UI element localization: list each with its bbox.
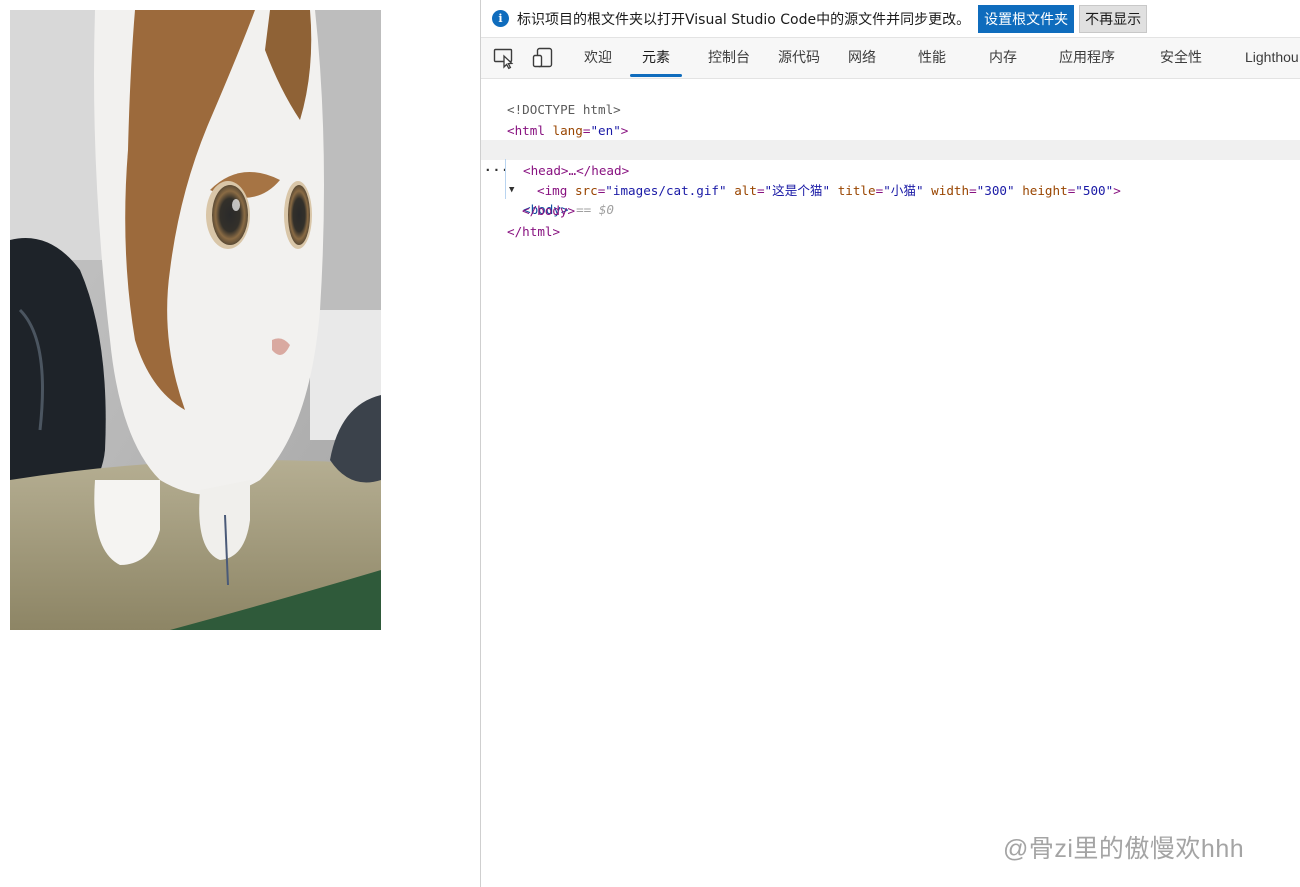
dom-html-open-line[interactable]: <html lang="en"> xyxy=(481,101,1300,138)
tab-application[interactable]: 应用程序 xyxy=(1059,38,1115,78)
tab-console[interactable]: 控制台 xyxy=(708,38,750,78)
dom-img-line[interactable]: <img src="images/cat.gif" alt="这是个猫" tit… xyxy=(481,161,1300,198)
indent-guide xyxy=(505,159,506,199)
cat-image xyxy=(10,10,381,630)
devtools-toolbar: 欢迎 元素 控制台 源代码 网络 性能 内存 应用程序 安全性 Lighthou xyxy=(481,37,1300,79)
watermark: @骨zi里的傲慢欢hhh xyxy=(1003,835,1245,863)
tab-performance[interactable]: 性能 xyxy=(918,38,946,78)
dom-doctype-line[interactable]: <!DOCTYPE html> xyxy=(481,80,1300,117)
tab-sources[interactable]: 源代码 xyxy=(778,38,820,78)
infobar: i 标识项目的根文件夹以打开Visual Studio Code中的源文件并同步… xyxy=(481,0,1300,37)
tab-lighthouse[interactable]: Lighthou xyxy=(1245,38,1299,78)
dom-head-line[interactable]: ▶ <head>…</head> xyxy=(481,121,1300,178)
page-viewport xyxy=(0,0,480,887)
dont-show-again-button[interactable]: 不再显示 xyxy=(1079,4,1148,33)
inspect-element-icon[interactable] xyxy=(492,46,516,70)
dom-body-close-line[interactable]: </body> xyxy=(481,181,1300,218)
dom-body-line[interactable]: ··· ▼ <body> == $0 xyxy=(481,140,1300,217)
html-close-tag: </html> xyxy=(507,224,561,239)
tab-security[interactable]: 安全性 xyxy=(1160,38,1202,78)
cat-illustration xyxy=(10,10,381,630)
tab-memory[interactable]: 内存 xyxy=(989,38,1017,78)
info-icon: i xyxy=(492,10,509,27)
tab-elements[interactable]: 元素 xyxy=(630,38,682,78)
dom-html-close-line[interactable]: </html> xyxy=(481,202,1300,239)
tab-network[interactable]: 网络 xyxy=(848,38,876,78)
device-emulation-icon[interactable] xyxy=(531,46,555,70)
tab-welcome[interactable]: 欢迎 xyxy=(584,38,612,78)
infobar-message: 标识项目的根文件夹以打开Visual Studio Code中的源文件并同步更改… xyxy=(517,11,971,28)
devtools-panel: i 标识项目的根文件夹以打开Visual Studio Code中的源文件并同步… xyxy=(480,0,1300,887)
set-root-folder-button[interactable]: 设置根文件夹 xyxy=(978,4,1075,33)
